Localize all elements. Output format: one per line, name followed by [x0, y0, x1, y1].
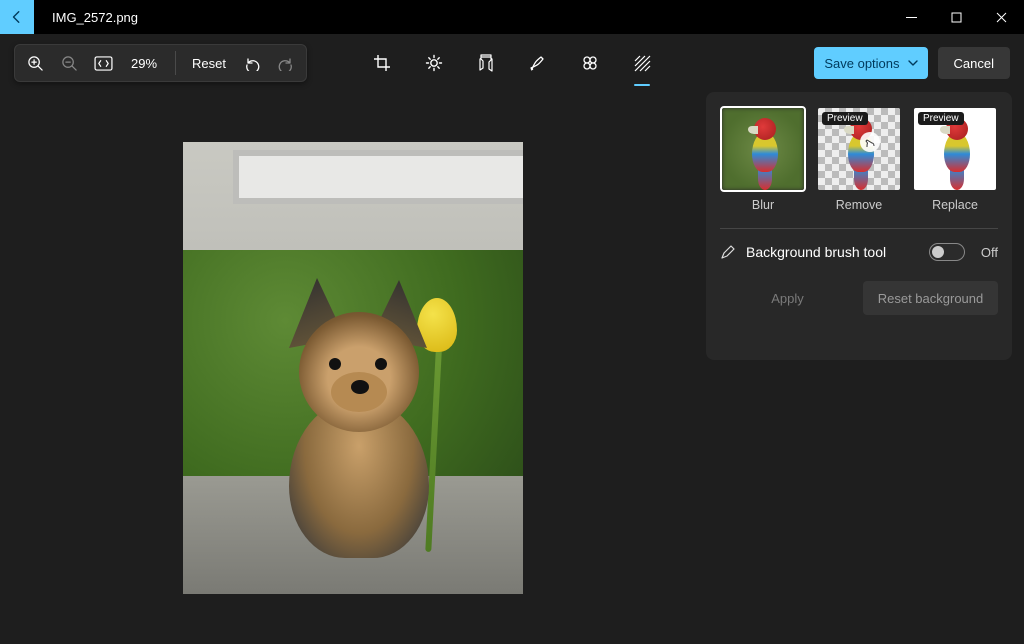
- maximize-icon: [951, 12, 962, 23]
- chevron-down-icon: [908, 60, 918, 66]
- window-close-button[interactable]: [979, 0, 1024, 34]
- tab-filter[interactable]: [474, 45, 498, 81]
- filter-icon: [478, 54, 494, 72]
- reset-background-button[interactable]: Reset background: [863, 281, 998, 315]
- apply-label: Apply: [771, 291, 804, 306]
- save-cancel-group: Save options Cancel: [814, 47, 1010, 79]
- background-icon: [633, 54, 651, 72]
- tab-markup[interactable]: [526, 45, 550, 81]
- tab-background[interactable]: [630, 45, 654, 81]
- preview-badge: Preview: [918, 112, 964, 125]
- window-controls: [889, 0, 1024, 34]
- redo-icon: [278, 55, 294, 71]
- cancel-button[interactable]: Cancel: [938, 47, 1010, 79]
- zoom-fit-button[interactable]: [93, 53, 113, 73]
- apply-button[interactable]: Apply: [720, 281, 855, 315]
- zoom-percent: 29%: [127, 56, 161, 71]
- option-replace[interactable]: Preview: [912, 106, 998, 192]
- canvas-area[interactable]: [0, 92, 706, 644]
- tab-erase[interactable]: [578, 45, 602, 81]
- divider: [175, 51, 176, 75]
- undo-button[interactable]: [242, 53, 262, 73]
- brush-tool-state: Off: [981, 245, 998, 260]
- zoom-controls: 29% Reset: [14, 44, 307, 82]
- brush-icon: [720, 244, 736, 260]
- arrow-left-icon: [10, 10, 24, 24]
- cancel-label: Cancel: [954, 56, 994, 71]
- undo-icon: [244, 55, 260, 71]
- brush-tool-row: Background brush tool Off: [720, 243, 998, 261]
- save-options-label: Save options: [824, 56, 899, 71]
- pointer-icon: [860, 132, 880, 152]
- markup-pen-icon: [529, 54, 547, 72]
- option-remove[interactable]: Preview: [816, 106, 902, 192]
- tab-adjustment[interactable]: [422, 45, 446, 81]
- redo-button[interactable]: [276, 53, 296, 73]
- option-replace-label: Replace: [912, 198, 998, 212]
- close-icon: [996, 12, 1007, 23]
- back-button[interactable]: [0, 0, 34, 34]
- file-name: IMG_2572.png: [52, 10, 138, 25]
- window-minimize-button[interactable]: [889, 0, 934, 34]
- background-panel: Blur Preview Remove Preview: [706, 92, 1012, 360]
- toolbar: 29% Reset Save options: [0, 34, 1024, 92]
- reset-view-button[interactable]: Reset: [190, 56, 228, 71]
- fit-screen-icon: [94, 56, 113, 71]
- brush-tool-toggle[interactable]: [929, 243, 965, 261]
- brush-tool-label: Background brush tool: [746, 244, 919, 260]
- divider: [720, 228, 998, 229]
- erase-icon: [581, 54, 599, 72]
- zoom-in-button[interactable]: [25, 53, 45, 73]
- background-options: Blur Preview Remove Preview: [720, 106, 998, 212]
- panel-actions: Apply Reset background: [720, 281, 998, 315]
- crop-icon: [373, 54, 391, 72]
- title-bar: IMG_2572.png: [0, 0, 1024, 34]
- save-options-button[interactable]: Save options: [814, 47, 927, 79]
- preview-badge: Preview: [822, 112, 868, 125]
- reset-background-label: Reset background: [878, 291, 984, 306]
- minimize-icon: [906, 12, 917, 23]
- option-blur-label: Blur: [720, 198, 806, 212]
- main-area: Blur Preview Remove Preview: [0, 92, 1024, 644]
- option-remove-label: Remove: [816, 198, 902, 212]
- zoom-out-button[interactable]: [59, 53, 79, 73]
- option-blur[interactable]: [720, 106, 806, 192]
- window-maximize-button[interactable]: [934, 0, 979, 34]
- edit-mode-tabs: [370, 45, 654, 81]
- tab-crop[interactable]: [370, 45, 394, 81]
- zoom-in-icon: [27, 55, 44, 72]
- zoom-out-icon: [61, 55, 78, 72]
- photo-preview: [183, 142, 523, 594]
- brightness-icon: [425, 54, 443, 72]
